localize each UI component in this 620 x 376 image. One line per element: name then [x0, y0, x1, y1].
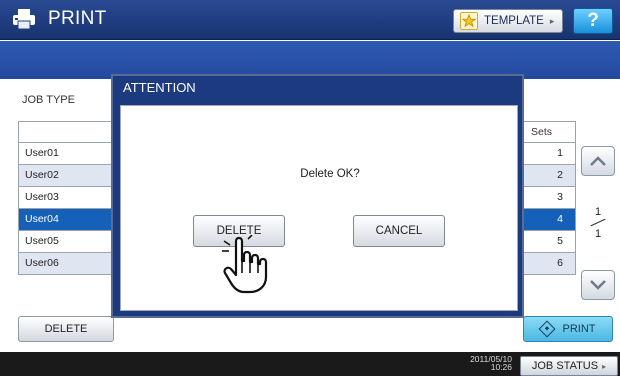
page-indicator: 1 1 — [586, 206, 610, 240]
row-sets: 2 — [557, 169, 563, 181]
page-title: PRINT — [48, 8, 107, 29]
star-icon — [460, 12, 478, 30]
page-separator — [586, 218, 610, 228]
print-label: PRINT — [562, 323, 596, 335]
row-sets: 4 — [557, 213, 563, 225]
template-label: TEMPLATE — [484, 15, 544, 27]
row-name: User04 — [25, 213, 59, 225]
row-sets: 3 — [557, 191, 563, 203]
row-name: User01 — [25, 147, 59, 159]
dialog-cancel-button[interactable]: CANCEL — [353, 215, 445, 247]
chevron-up-icon — [590, 156, 606, 166]
dialog-title: ATTENTION — [123, 80, 196, 95]
time-text: 10:26 — [490, 362, 512, 372]
hand-pointer-icon — [222, 235, 268, 294]
delete-button[interactable]: DELETE — [18, 316, 114, 342]
page-current: 1 — [594, 206, 602, 218]
sets-column-header: Sets — [531, 126, 553, 138]
row-sets: 1 — [557, 147, 563, 159]
dropdown-arrow-icon: ▸ — [602, 361, 607, 371]
page-total: 1 — [594, 228, 602, 240]
dialog-message: Delete OK? — [300, 168, 360, 180]
row-name: User06 — [25, 257, 59, 269]
help-button[interactable]: ? — [573, 8, 613, 34]
template-button[interactable]: TEMPLATE ▸ — [453, 9, 563, 33]
print-button[interactable]: PRINT — [523, 316, 613, 342]
row-sets: 6 — [557, 257, 563, 269]
scroll-up-button[interactable] — [581, 146, 615, 176]
job-status-label: JOB STATUS — [531, 360, 599, 372]
job-status-button[interactable]: JOB STATUS ▸ — [520, 356, 618, 376]
diamond-start-icon — [538, 320, 555, 338]
job-type-label: JOB TYPE — [22, 94, 75, 106]
dropdown-arrow-icon: ▸ — [549, 15, 555, 26]
printer-icon — [13, 9, 35, 30]
row-name: User02 — [25, 169, 59, 181]
dialog-body: Delete OK? DELETE CANCEL — [120, 105, 518, 311]
row-name: User03 — [25, 191, 59, 203]
row-sets: 5 — [557, 235, 563, 247]
scroll-down-button[interactable] — [581, 270, 615, 300]
row-name: User05 — [25, 235, 59, 247]
header-bar: PRINT TEMPLATE ▸ ? — [0, 0, 620, 40]
chevron-down-icon — [590, 280, 606, 290]
attention-dialog: ATTENTION Delete OK? DELETE CANCEL — [111, 74, 524, 318]
datetime: 2011/05/10 10:26 — [452, 355, 512, 372]
